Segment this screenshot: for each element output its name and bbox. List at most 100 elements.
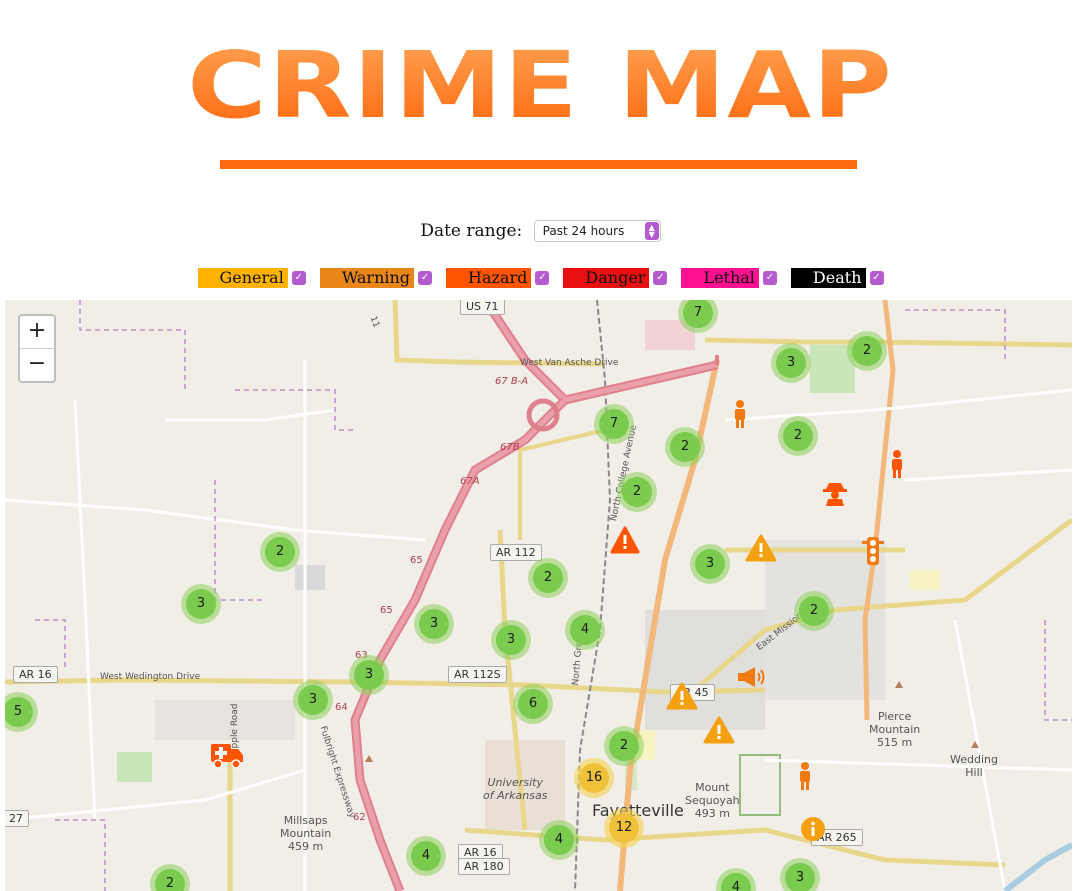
ramp-67b-label: 67B xyxy=(500,442,520,453)
cluster-marker[interactable]: 12 xyxy=(604,808,644,848)
cluster-marker[interactable]: 3 xyxy=(771,343,811,383)
cluster-count: 3 xyxy=(298,685,328,715)
cluster-marker[interactable]: 4 xyxy=(565,610,605,650)
cluster-count: 4 xyxy=(570,615,600,645)
zoom-control: + − xyxy=(18,314,56,383)
exit-65-label: 65 xyxy=(410,555,423,566)
hazard-sign-icon[interactable] xyxy=(610,526,640,558)
legend-item-death: Death ✓ xyxy=(790,268,884,288)
cluster-marker[interactable]: 3 xyxy=(491,620,531,660)
cluster-marker[interactable]: 3 xyxy=(414,604,454,644)
cluster-count: 2 xyxy=(533,563,563,593)
cluster-count: 2 xyxy=(622,477,652,507)
megaphone-icon[interactable] xyxy=(737,665,769,693)
cluster-marker[interactable]: 3 xyxy=(349,655,389,695)
cluster-count: 5 xyxy=(5,697,33,727)
route27-shield: 27 xyxy=(5,810,29,827)
ar180-shield: AR 180 xyxy=(458,858,510,875)
exit-64-label: 64 xyxy=(335,702,348,713)
cluster-count: 7 xyxy=(599,409,629,439)
cluster-marker[interactable]: 2 xyxy=(794,591,834,631)
cluster-count: 3 xyxy=(354,660,384,690)
cluster-count: 3 xyxy=(785,863,815,891)
cluster-marker[interactable]: 16 xyxy=(574,758,614,798)
legend-checkbox[interactable]: ✓ xyxy=(291,271,306,285)
warning-triangle-icon[interactable] xyxy=(745,534,777,566)
cluster-marker[interactable]: 2 xyxy=(617,472,657,512)
date-range-value: Past 24 hours xyxy=(542,224,625,238)
cluster-marker[interactable]: 3 xyxy=(780,858,820,891)
cluster-count: 3 xyxy=(776,348,806,378)
person-icon[interactable] xyxy=(889,450,905,482)
legend-item-danger: Danger ✓ xyxy=(563,268,668,288)
cluster-count: 2 xyxy=(265,537,295,567)
zoom-in-button[interactable]: + xyxy=(20,316,54,349)
legend-chip: Hazard xyxy=(446,268,532,288)
cluster-count: 12 xyxy=(609,813,639,843)
page-title: CRIME MAP xyxy=(187,32,894,139)
cluster-marker[interactable]: 2 xyxy=(528,558,568,598)
cluster-marker[interactable]: 7 xyxy=(594,404,634,444)
legend-chip: Death xyxy=(790,268,866,288)
legend-checkbox[interactable]: ✓ xyxy=(762,271,777,285)
legend-item-warning: Warning ✓ xyxy=(319,268,433,288)
university-label: University of Arkansas xyxy=(483,776,548,802)
ambulance-icon[interactable] xyxy=(210,741,244,773)
warning-triangle-icon[interactable] xyxy=(666,682,698,714)
cluster-count: 2 xyxy=(783,421,813,451)
cluster-marker[interactable]: 3 xyxy=(293,680,333,720)
cluster-count: 3 xyxy=(419,609,449,639)
legend-checkbox[interactable]: ✓ xyxy=(535,271,550,285)
cluster-marker[interactable]: 4 xyxy=(406,836,446,876)
info-icon[interactable] xyxy=(800,816,826,846)
cluster-marker[interactable]: 3 xyxy=(181,584,221,624)
person-icon[interactable] xyxy=(732,400,748,432)
us71-shield: US 71 xyxy=(460,300,505,315)
legend-item-hazard: Hazard ✓ xyxy=(446,268,550,288)
cluster-marker[interactable]: 2 xyxy=(604,726,644,766)
cluster-marker[interactable]: 2 xyxy=(778,416,818,456)
cluster-count: 2 xyxy=(609,731,639,761)
west-van-asche-label: West Van Asche Drive xyxy=(520,358,619,368)
cluster-count: 4 xyxy=(721,873,751,891)
cluster-count: 2 xyxy=(799,596,829,626)
cluster-marker[interactable]: 2 xyxy=(260,532,300,572)
warning-triangle-icon[interactable] xyxy=(703,716,735,748)
legend-item-general: General ✓ xyxy=(197,268,306,288)
cluster-count: 2 xyxy=(155,869,185,891)
map[interactable]: + − US 71 AR 112 AR 16 AR 112S AR 45 AR … xyxy=(5,300,1072,891)
cluster-count: 4 xyxy=(411,841,441,871)
exit-65b-label: 65 xyxy=(380,605,393,616)
person-icon[interactable] xyxy=(797,762,813,794)
cluster-marker[interactable]: 4 xyxy=(539,820,579,860)
mount-sequoyah-label: Mount Sequoyah 493 m xyxy=(685,781,740,820)
detective-icon[interactable] xyxy=(822,480,848,510)
date-range-row: Date range: Past 24 hours ▲ ▼ xyxy=(0,220,1081,242)
ramp-67a-label: 67A xyxy=(460,476,480,487)
date-range-label: Date range: xyxy=(420,221,523,241)
cluster-marker[interactable]: 3 xyxy=(690,544,730,584)
legend-checkbox[interactable]: ✓ xyxy=(869,271,884,285)
zoom-out-button[interactable]: − xyxy=(20,349,54,381)
ramp-67ba-label: 67 B-A xyxy=(495,376,529,387)
ar112-shield: AR 112 xyxy=(490,544,542,561)
cluster-count: 2 xyxy=(852,336,882,366)
legend-checkbox[interactable]: ✓ xyxy=(418,271,433,285)
date-range-select[interactable]: Past 24 hours ▲ ▼ xyxy=(533,220,661,242)
legend-chip: Lethal xyxy=(681,268,759,288)
cluster-marker[interactable]: 6 xyxy=(513,684,553,724)
ar16-shield: AR 16 xyxy=(13,666,58,683)
cluster-count: 7 xyxy=(683,300,713,328)
cluster-count: 4 xyxy=(544,825,574,855)
ar112s-shield: AR 112S xyxy=(448,666,507,683)
cluster-count: 3 xyxy=(186,589,216,619)
cluster-count: 16 xyxy=(579,763,609,793)
legend-chip: Danger xyxy=(563,268,650,288)
legend-checkbox[interactable]: ✓ xyxy=(653,271,668,285)
cluster-count: 3 xyxy=(496,625,526,655)
cluster-marker[interactable]: 2 xyxy=(665,427,705,467)
title-underline xyxy=(220,160,857,169)
cluster-marker[interactable]: 2 xyxy=(847,331,887,371)
traffic-light-icon[interactable] xyxy=(861,536,885,570)
legend: General ✓ Warning ✓ Hazard ✓ Danger ✓ Lethal ✓ Dea… xyxy=(0,268,1081,288)
